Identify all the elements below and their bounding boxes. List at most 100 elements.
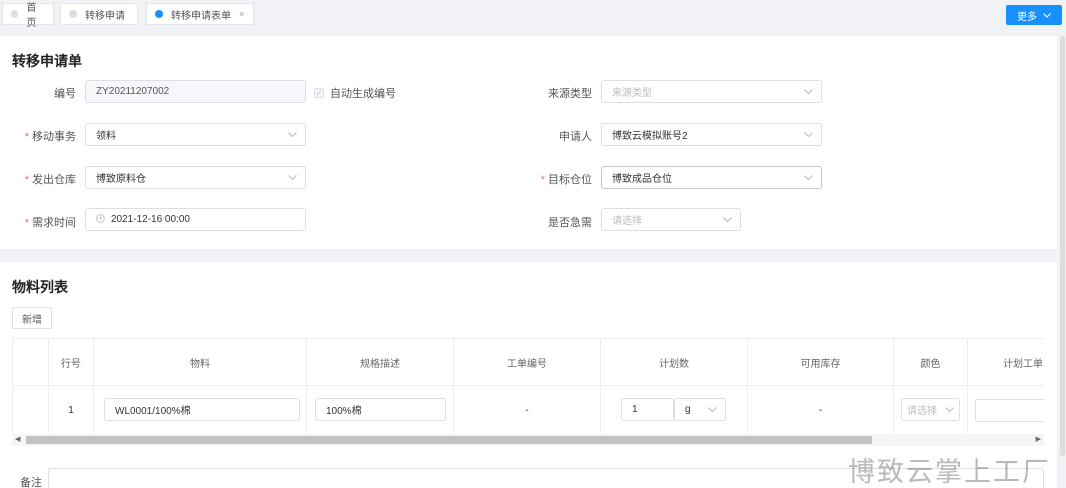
work-order-cell: - [454, 386, 601, 434]
tab-bar: 首页 转移申请 转移申请表单 × 更多 [0, 0, 1066, 30]
chevron-down-icon [804, 87, 813, 97]
unit-value: g [685, 404, 691, 415]
material-cell: WL0001/100%棉 [94, 386, 307, 434]
move-affair-label: * 移动事务 [20, 128, 76, 144]
chevron-down-icon [945, 405, 954, 415]
auto-generate-label: 自动生成编号 [330, 88, 396, 100]
chevron-down-icon [288, 173, 297, 183]
auto-generate-checkbox[interactable]: ✓ 自动生成编号 [314, 85, 396, 101]
need-time-label: * 需求时间 [20, 214, 76, 230]
urgent-label-text: 是否急需 [548, 217, 592, 229]
tab-home[interactable]: 首页 [2, 3, 54, 29]
materials-title: 物料列表 [12, 279, 68, 295]
plan-work-order-cell [968, 386, 1044, 434]
required-mark: * [24, 217, 29, 229]
from-warehouse-value: 博致原料仓 [96, 174, 146, 185]
move-affair-label-text: 移动事务 [32, 131, 76, 143]
column-header-stock: 可用库存 [748, 339, 894, 386]
more-button[interactable]: 更多 [1006, 5, 1062, 25]
scroll-right-arrow-icon[interactable]: ▶ [1036, 434, 1041, 446]
tab-status-dot [69, 10, 77, 18]
stock-cell: - [748, 386, 894, 434]
material-value: WL0001/100%棉 [115, 406, 191, 417]
plan-qty-value: 1 [632, 404, 638, 415]
applicant-value: 博致云模拟账号2 [612, 131, 688, 142]
urgent-placeholder: 请选择 [612, 216, 642, 227]
need-time-picker[interactable]: 2021-12-16 00:00 [85, 208, 306, 231]
code-label-text: 编号 [54, 88, 76, 100]
form-title: 转移申请单 [12, 53, 82, 69]
applicant-label-text: 申请人 [559, 131, 592, 143]
column-header-material: 物料 [94, 339, 307, 386]
tab-status-dot [11, 10, 19, 18]
column-header-plan-work-order: 计划工单 [968, 339, 1044, 386]
form-card: 转移申请单 编号 ZY20211207002 ✓ 自动生成编号 来源类型 来源类… [0, 36, 1057, 249]
column-header-work-order: 工单编号 [454, 339, 601, 386]
more-button-label: 更多 [1017, 11, 1037, 23]
need-time-label-text: 需求时间 [32, 217, 76, 229]
need-time-value: 2021-12-16 00:00 [111, 214, 190, 225]
plan-qty-input[interactable]: 1 [621, 398, 674, 421]
urgent-select[interactable]: 请选择 [601, 208, 741, 231]
required-mark: * [24, 174, 29, 186]
target-location-select[interactable]: 博致成品仓位 [601, 166, 822, 189]
line-no-cell: 1 [49, 386, 94, 434]
remark-label: 备注 [20, 477, 42, 488]
urgent-label: 是否急需 [520, 214, 592, 230]
clock-icon [96, 213, 105, 226]
row-select-cell [13, 386, 49, 434]
scrollbar-thumb[interactable] [1060, 36, 1065, 456]
required-mark: * [24, 131, 29, 143]
column-header-select [13, 339, 49, 386]
plan-work-order-input[interactable] [975, 399, 1044, 422]
material-input[interactable]: WL0001/100%棉 [104, 398, 300, 421]
tab-label: 转移申请表单 [171, 10, 231, 22]
tab-transfer-application-form[interactable]: 转移申请表单 × [146, 3, 254, 25]
target-location-label: * 目标仓位 [520, 171, 592, 187]
applicant-label: 申请人 [520, 128, 592, 144]
chevron-down-icon [288, 130, 297, 140]
source-type-select[interactable]: 来源类型 [601, 80, 822, 103]
code-field[interactable]: ZY20211207002 [85, 80, 306, 103]
source-type-label-text: 来源类型 [548, 88, 592, 100]
tab-status-dot [155, 10, 163, 18]
materials-table: 行号 物料 规格描述 工单编号 计划数 可用库存 颜色 计划工单 1 WL000… [12, 338, 1044, 434]
column-header-spec: 规格描述 [307, 339, 454, 386]
tab-transfer-application[interactable]: 转移申请 [60, 3, 138, 25]
target-location-label-text: 目标仓位 [548, 174, 592, 186]
spec-value: 100%棉 [326, 406, 362, 417]
tab-label: 转移申请 [85, 10, 125, 22]
scroll-left-arrow-icon[interactable]: ◀ [15, 434, 20, 446]
color-select[interactable]: 请选择 [901, 398, 960, 421]
scrollbar-thumb[interactable] [26, 436, 872, 444]
unit-select[interactable]: g [674, 398, 726, 421]
chevron-down-icon [723, 215, 732, 225]
code-label: 编号 [20, 85, 76, 101]
from-warehouse-select[interactable]: 博致原料仓 [85, 166, 306, 189]
color-placeholder: 请选择 [907, 406, 937, 417]
source-type-label: 来源类型 [520, 85, 592, 101]
column-header-line-no: 行号 [49, 339, 94, 386]
color-cell: 请选择 [894, 386, 968, 434]
chevron-down-icon [708, 405, 717, 415]
applicant-select[interactable]: 博致云模拟账号2 [601, 123, 822, 146]
add-button[interactable]: 新增 [12, 307, 52, 329]
chevron-down-icon [1043, 11, 1051, 20]
code-value: ZY20211207002 [96, 86, 170, 97]
table-horizontal-scrollbar[interactable]: ◀ ▶ [12, 434, 1044, 446]
target-location-value: 博致成品仓位 [612, 174, 672, 185]
source-type-placeholder: 来源类型 [612, 88, 652, 99]
checkbox-icon: ✓ [314, 88, 324, 98]
required-mark: * [540, 174, 545, 186]
move-affair-select[interactable]: 领料 [85, 123, 306, 146]
from-warehouse-label-text: 发出仓库 [32, 174, 76, 186]
page-vertical-scrollbar[interactable] [1058, 30, 1066, 488]
spec-input[interactable]: 100%棉 [315, 398, 446, 421]
chevron-down-icon [804, 173, 813, 183]
close-icon[interactable]: × [239, 9, 244, 19]
plan-qty-cell: 1 g [601, 386, 748, 434]
tab-label: 首页 [26, 3, 37, 29]
move-affair-value: 领料 [96, 131, 116, 142]
from-warehouse-label: * 发出仓库 [20, 171, 76, 187]
chevron-down-icon [804, 130, 813, 140]
